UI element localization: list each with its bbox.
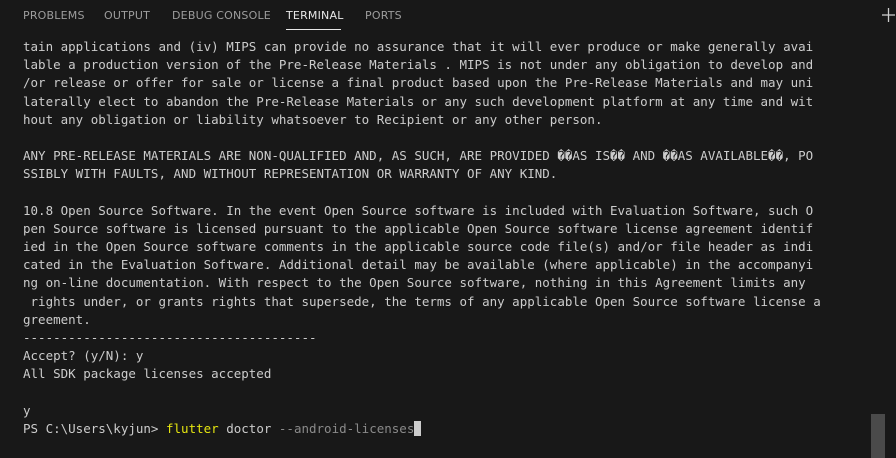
panel-tab-bar: PROBLEMS OUTPUT DEBUG CONSOLE TERMINAL P… xyxy=(0,0,896,33)
command-argument: --android-licenses xyxy=(271,420,415,436)
terminal-line: ANY PRE-RELEASE MATERIALS ARE NON-QUALIF… xyxy=(23,148,814,164)
terminal-line: --------------------------------------- xyxy=(23,330,317,345)
terminal-panel: PROBLEMS OUTPUT DEBUG CONSOLE TERMINAL P… xyxy=(0,0,896,458)
tab-output[interactable]: OUTPUT xyxy=(104,9,150,22)
terminal-line: hout any obligation or liability whatsoe… xyxy=(23,111,603,127)
terminal-scrollbar[interactable] xyxy=(871,38,885,458)
terminal-line: ied in the Open Source software comments… xyxy=(23,239,814,255)
terminal-line: rights under, or grants rights that supe… xyxy=(23,293,821,309)
terminal-line: y xyxy=(23,402,31,418)
terminal-line: 10.8 Open Source Software. In the event … xyxy=(23,202,814,218)
text-cursor xyxy=(414,420,422,436)
terminal-line: ng on-line documentation. With respect t… xyxy=(23,275,806,291)
terminal-line: pen Source software is licensed pursuant… xyxy=(23,220,814,236)
terminal-line: All SDK package licenses accepted xyxy=(23,366,272,382)
terminal-line: /or release or offer for sale or license… xyxy=(23,75,814,91)
command-name: flutter xyxy=(166,420,219,436)
terminal-line: greement. xyxy=(23,311,91,327)
command-subcommand: doctor xyxy=(218,420,272,436)
terminal-line: tain applications and (iv) MIPS can prov… xyxy=(23,39,814,54)
tab-debug-console[interactable]: DEBUG CONSOLE xyxy=(172,9,271,22)
terminal-line: cated in the Evaluation Software. Additi… xyxy=(23,257,814,273)
prompt-path: PS C:\Users\kyjun> xyxy=(23,420,166,436)
terminal-prompt-line[interactable]: PS C:\Users\kyjun> flutter doctor --andr… xyxy=(23,420,868,438)
plus-icon[interactable] xyxy=(881,4,896,24)
tab-terminal[interactable]: TERMINAL xyxy=(286,9,344,22)
tab-ports[interactable]: PORTS xyxy=(365,9,402,22)
scrollbar-thumb[interactable] xyxy=(871,414,885,458)
active-tab-indicator xyxy=(286,29,341,30)
terminal-line: Accept? (y/N): y xyxy=(23,348,144,364)
terminal-line: laterally elect to abandon the Pre-Relea… xyxy=(23,93,814,109)
terminal-output[interactable]: tain applications and (iv) MIPS can prov… xyxy=(23,38,868,458)
tab-problems[interactable]: PROBLEMS xyxy=(23,9,85,22)
terminal-line: lable a production version of the Pre-Re… xyxy=(23,57,814,73)
terminal-line: SSIBLY WITH FAULTS, AND WITHOUT REPRESEN… xyxy=(23,166,558,182)
